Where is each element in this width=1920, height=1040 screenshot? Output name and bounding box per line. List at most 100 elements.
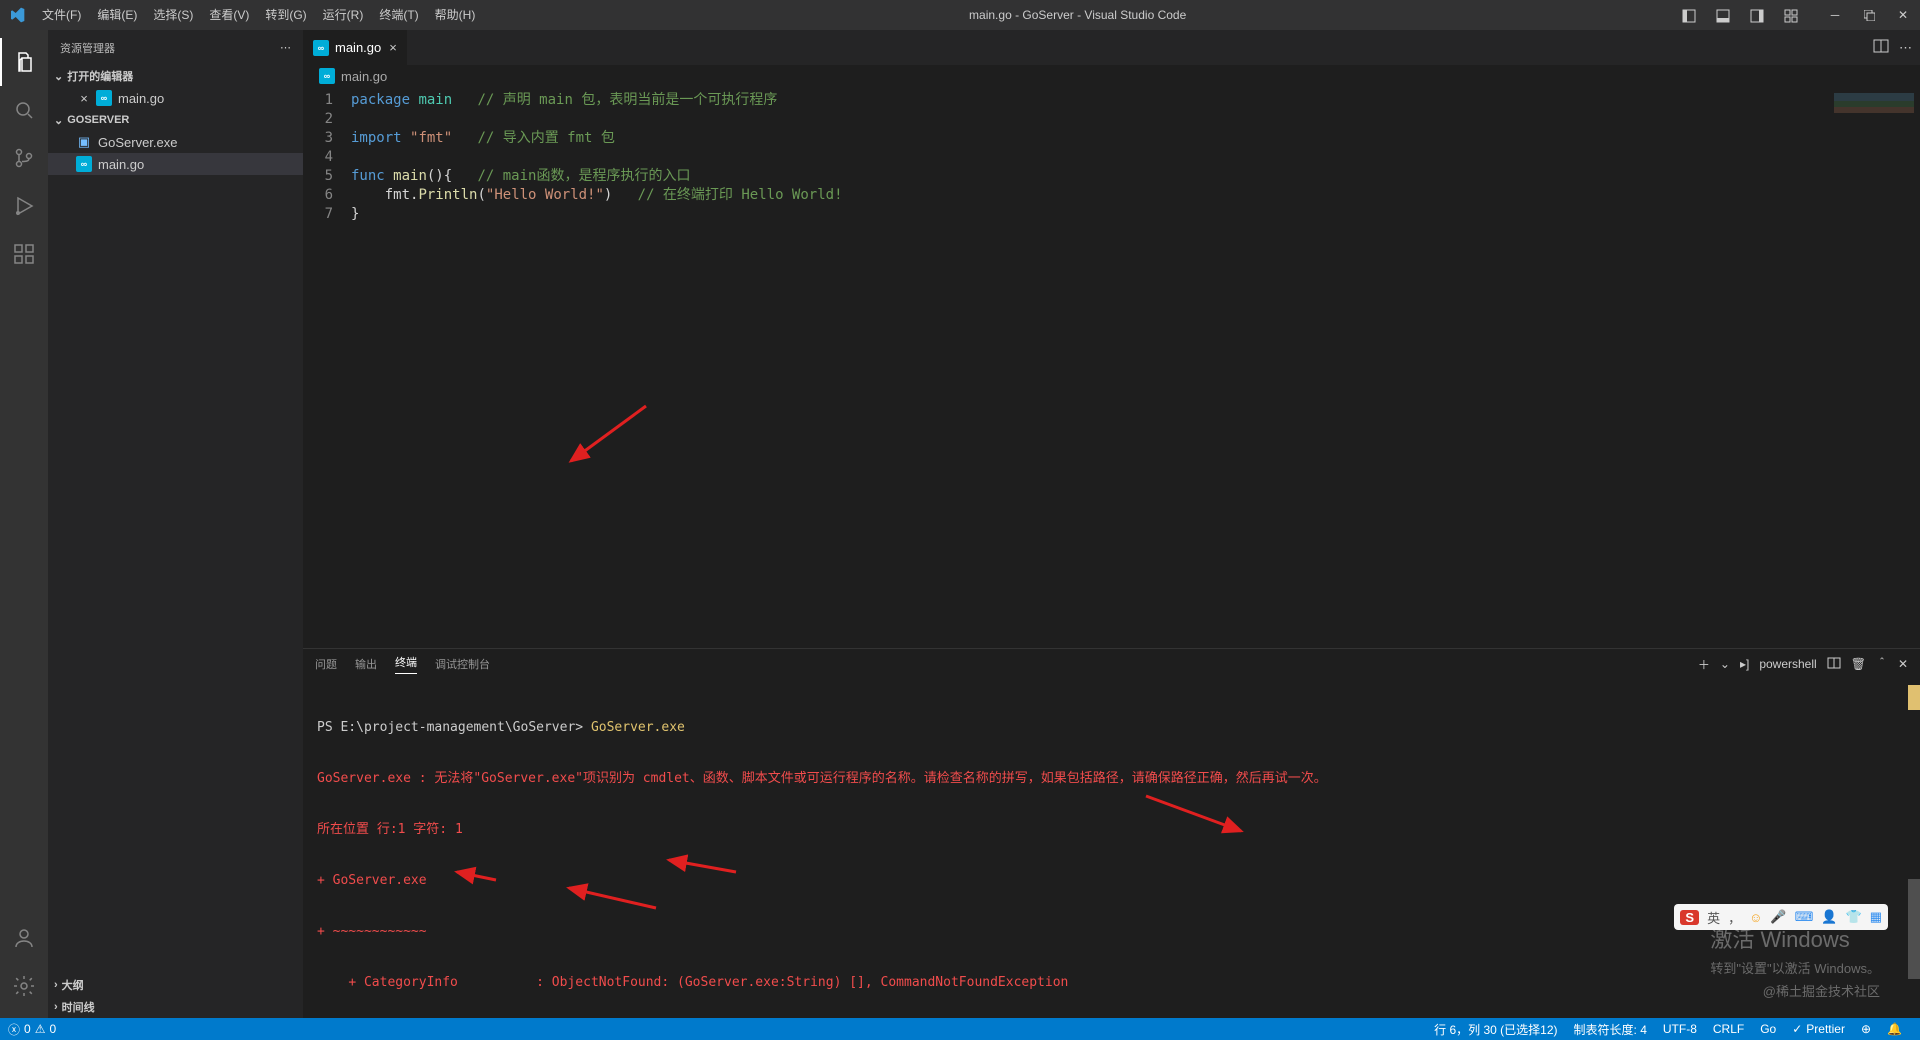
panel-tab-terminal[interactable]: 终端 xyxy=(395,654,417,674)
minimap[interactable] xyxy=(1820,87,1920,648)
terminal-error: GoServer.exe : 无法将"GoServer.exe"项识别为 cmd… xyxy=(317,770,1906,787)
ime-skin-icon[interactable]: 👕 xyxy=(1846,909,1862,925)
layout-panel-bottom-icon[interactable] xyxy=(1706,0,1740,30)
extensions-icon[interactable] xyxy=(0,230,48,278)
ime-punct[interactable]: ， xyxy=(1728,908,1741,927)
panel-tab-debug[interactable]: 调试控制台 xyxy=(435,656,490,672)
annotation-arrow-icon xyxy=(583,837,741,901)
main-area: 资源管理器 ⋯ ⌄ 打开的编辑器 × ∞ main.go ⌄ GOSERVER … xyxy=(0,30,1920,1018)
settings-gear-icon[interactable] xyxy=(0,962,48,1010)
status-tabsize[interactable]: 制表符长度: 4 xyxy=(1566,1021,1655,1038)
code-content[interactable]: package main // 声明 main 包，表明当前是一个可执行程序 i… xyxy=(351,87,1820,648)
new-terminal-icon[interactable]: ＋ xyxy=(1698,656,1710,673)
section-project-label: GOSERVER xyxy=(67,114,129,126)
ime-sogou-icon[interactable]: S xyxy=(1680,910,1699,925)
status-prettier[interactable]: ✓Prettier xyxy=(1784,1022,1853,1036)
menu-run[interactable]: 运行(R) xyxy=(315,0,372,30)
window-title: main.go - GoServer - Visual Studio Code xyxy=(483,8,1672,22)
status-language[interactable]: Go xyxy=(1752,1022,1784,1036)
status-encoding[interactable]: UTF-8 xyxy=(1655,1022,1705,1036)
section-open-editors[interactable]: ⌄ 打开的编辑器 xyxy=(48,65,303,87)
sidebar-title: 资源管理器 xyxy=(60,40,115,56)
explorer-icon[interactable] xyxy=(0,38,48,86)
window-controls: ─ ✕ xyxy=(1672,0,1920,30)
watermark-sub: 转到"设置"以激活 Windows。 xyxy=(1710,958,1880,977)
sidebar-explorer: 资源管理器 ⋯ ⌄ 打开的编辑器 × ∞ main.go ⌄ GOSERVER … xyxy=(48,30,303,1018)
ime-voice-icon[interactable]: 🎤 xyxy=(1770,909,1786,925)
source-control-icon[interactable] xyxy=(0,134,48,182)
layout-panel-right-icon[interactable] xyxy=(1740,0,1774,30)
panel-tab-problems[interactable]: 问题 xyxy=(315,656,337,672)
code-editor[interactable]: 1234567 package main // 声明 main 包，表明当前是一… xyxy=(303,87,1920,648)
chevron-down-icon: ⌄ xyxy=(54,114,63,127)
chevron-down-icon: ⌄ xyxy=(54,70,63,83)
scrollbar[interactable] xyxy=(1908,879,1920,979)
panel-maximize-icon[interactable]: ＾ xyxy=(1876,656,1888,673)
section-timeline[interactable]: › 时间线 xyxy=(48,996,303,1018)
ime-toolbox-icon[interactable]: ▦ xyxy=(1870,909,1882,925)
window-maximize-icon[interactable] xyxy=(1852,0,1886,30)
exe-file-icon: ▣ xyxy=(76,134,92,150)
menu-edit[interactable]: 编辑(E) xyxy=(89,0,145,30)
menu-help[interactable]: 帮助(H) xyxy=(427,0,484,30)
panel-tabs: 问题 输出 终端 调试控制台 ＋ ⌄ ▸] powershell 🗑 ＾ ✕ xyxy=(303,649,1920,679)
section-outline[interactable]: › 大纲 xyxy=(48,974,303,996)
status-eol[interactable]: CRLF xyxy=(1705,1022,1752,1036)
status-bell-icon[interactable]: 🔔 xyxy=(1879,1022,1910,1036)
go-file-icon: ∞ xyxy=(96,90,112,106)
split-editor-icon[interactable] xyxy=(1873,38,1889,57)
tree-item-label: GoServer.exe xyxy=(98,135,178,150)
project-tree: ▣ GoServer.exe ∞ main.go xyxy=(48,131,303,175)
kill-terminal-icon[interactable]: 🗑 xyxy=(1851,657,1866,671)
line-numbers: 1234567 xyxy=(303,87,351,648)
ime-user-icon[interactable]: 👤 xyxy=(1821,909,1837,925)
section-timeline-label: 时间线 xyxy=(62,999,95,1015)
window-minimize-icon[interactable]: ─ xyxy=(1818,0,1852,30)
search-icon[interactable] xyxy=(0,86,48,134)
go-file-icon: ∞ xyxy=(313,40,329,56)
open-editor-item[interactable]: × ∞ main.go xyxy=(48,87,303,109)
menu-selection[interactable]: 选择(S) xyxy=(145,0,201,30)
tree-item-go[interactable]: ∞ main.go xyxy=(48,153,303,175)
panel-tab-output[interactable]: 输出 xyxy=(355,656,377,672)
menu-view[interactable]: 查看(V) xyxy=(201,0,257,30)
sidebar-more-icon[interactable]: ⋯ xyxy=(280,41,291,54)
accounts-icon[interactable] xyxy=(0,914,48,962)
run-debug-icon[interactable] xyxy=(0,182,48,230)
scrollbar-marker xyxy=(1908,685,1920,710)
menu-go[interactable]: 转到(G) xyxy=(257,0,314,30)
breadcrumb[interactable]: ∞ main.go xyxy=(303,65,1920,87)
activity-bar-bottom xyxy=(0,914,48,1018)
section-open-editors-label: 打开的编辑器 xyxy=(67,68,133,84)
open-editor-label: main.go xyxy=(118,91,164,106)
section-project[interactable]: ⌄ GOSERVER xyxy=(48,109,303,131)
breadcrumb-file: main.go xyxy=(341,69,387,84)
customize-layout-icon[interactable] xyxy=(1774,0,1808,30)
menu-bar: 文件(F) 编辑(E) 选择(S) 查看(V) 转到(G) 运行(R) 终端(T… xyxy=(34,0,483,30)
menu-terminal[interactable]: 终端(T) xyxy=(371,0,426,30)
layout-panel-left-icon[interactable] xyxy=(1672,0,1706,30)
chevron-right-icon: › xyxy=(54,1001,58,1013)
terminal-command: GoServer.exe xyxy=(591,720,685,735)
menu-file[interactable]: 文件(F) xyxy=(34,0,89,30)
status-feedback-icon[interactable]: ⊕ xyxy=(1853,1022,1879,1036)
ime-lang[interactable]: 英 xyxy=(1707,908,1720,927)
tree-item-exe[interactable]: ▣ GoServer.exe xyxy=(48,131,303,153)
close-icon[interactable]: × xyxy=(389,40,397,55)
panel-close-icon[interactable]: ✕ xyxy=(1898,657,1908,671)
terminal[interactable]: PS E:\project-management\GoServer> GoSer… xyxy=(303,679,1920,1018)
ime-toolbar[interactable]: S 英 ， ☺ 🎤 ⌨ 👤 👕 ▦ xyxy=(1674,904,1888,930)
tree-item-label: main.go xyxy=(98,157,144,172)
terminal-shell-label[interactable]: powershell xyxy=(1759,657,1816,671)
window-close-icon[interactable]: ✕ xyxy=(1886,0,1920,30)
ime-keyboard-icon[interactable]: ⌨ xyxy=(1795,909,1814,925)
close-icon[interactable]: × xyxy=(76,91,92,106)
more-actions-icon[interactable]: ⋯ xyxy=(1899,40,1912,56)
status-cursor[interactable]: 行 6，列 30 (已选择12) xyxy=(1426,1021,1565,1038)
chevron-down-icon[interactable]: ⌄ xyxy=(1720,657,1730,671)
status-errors[interactable]: ⓧ0 ⚠0 xyxy=(0,1021,64,1038)
terminal-profile-icon[interactable]: ▸] xyxy=(1740,657,1749,671)
split-terminal-icon[interactable] xyxy=(1827,656,1841,673)
editor-tab[interactable]: ∞ main.go × xyxy=(303,30,408,65)
ime-emoji-icon[interactable]: ☺ xyxy=(1749,910,1762,925)
